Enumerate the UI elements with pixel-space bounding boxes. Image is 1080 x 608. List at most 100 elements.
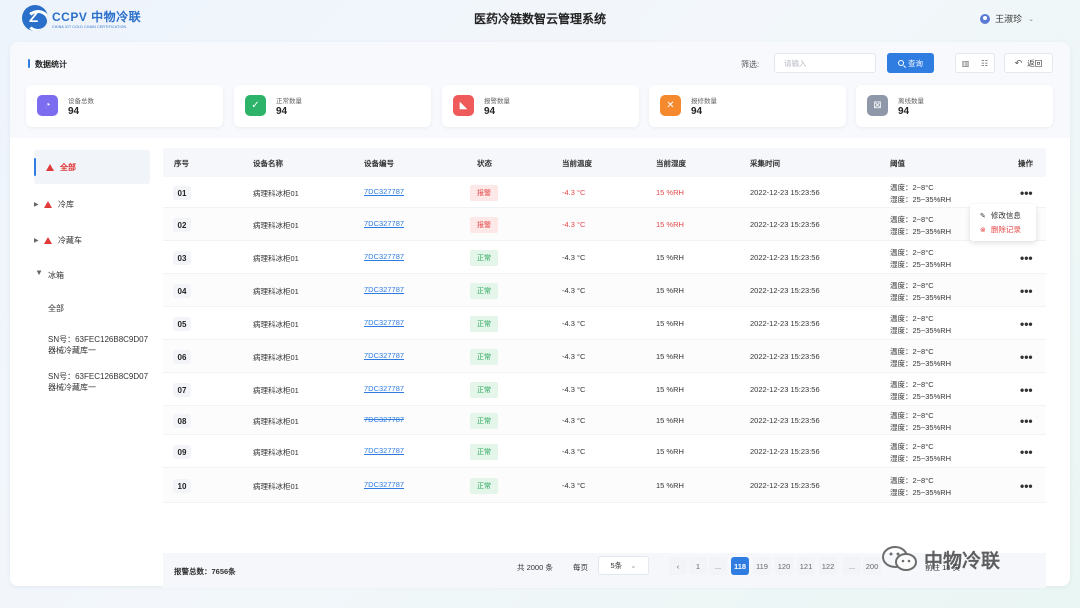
device-code-link[interactable]: 7DC327787 bbox=[364, 480, 404, 489]
collect-time: 2022-12-23 15:23:56 bbox=[750, 220, 820, 229]
app-title: 医药冷链数智云管理系统 bbox=[473, 12, 606, 26]
pagination-ellipsis[interactable]: ... bbox=[709, 557, 727, 575]
sidebar-subitem-device[interactable]: SN号：63FEC126B8C9D07 器械冷藏库一 bbox=[48, 334, 158, 356]
table-header: 序号 设备名称 设备编号 状态 当前温度 当前湿度 采集时间 阈值 操作 bbox=[163, 148, 1046, 177]
sidebar-item-all[interactable]: 全部 bbox=[34, 150, 150, 184]
back-button-label: 返回 bbox=[1027, 58, 1043, 68]
view-toggle[interactable]: ▥ ☷ bbox=[955, 53, 995, 73]
stat-card-total[interactable]: ◔ 设备总数 94 bbox=[26, 85, 223, 127]
offline-x-icon: ⊠ bbox=[867, 95, 888, 116]
col-header-status: 状态 bbox=[477, 159, 492, 168]
current-temp: -4.3 °C bbox=[562, 188, 586, 197]
pagination-ellipsis[interactable]: ... bbox=[843, 557, 861, 575]
table-row[interactable]: 06 病理科冰柜01 7DC327787 正常 -4.3 °C 15 %RH 2022-12… bbox=[163, 340, 1046, 373]
delete-menu-item[interactable]: ⊗ 删除记录 bbox=[980, 224, 1021, 235]
table-row[interactable]: 05 病理科冰柜01 7DC327787 正常 -4.3 °C 15 %RH 2022-12… bbox=[163, 307, 1046, 340]
user-menu[interactable]: 王淑珍 ⌄ bbox=[980, 12, 1034, 25]
col-header-code: 设备编号 bbox=[364, 159, 394, 168]
device-code-link[interactable]: 7DC327787 bbox=[364, 285, 404, 294]
status-badge: 正常 bbox=[470, 283, 498, 299]
caret-right-icon[interactable]: ▶ bbox=[34, 237, 44, 244]
more-actions-icon[interactable]: ••• bbox=[1020, 252, 1033, 264]
table-row[interactable]: 03 病理科冰柜01 7DC327787 正常 -4.3 °C 15 %RH 2022-12… bbox=[163, 241, 1046, 274]
collect-time: 2022-12-23 15:23:56 bbox=[750, 352, 820, 361]
current-temp: -4.3 °C bbox=[562, 352, 586, 361]
status-badge: 报警 bbox=[470, 185, 498, 201]
stat-card-repair[interactable]: ✕ 报修数量 94 bbox=[649, 85, 846, 127]
threshold-temp: 温度：2~8°C bbox=[890, 380, 934, 389]
stat-card-normal[interactable]: ✓ 正常数量 94 bbox=[234, 85, 431, 127]
grid-view-icon[interactable]: ▥ bbox=[962, 59, 970, 68]
prev-page-button[interactable]: ‹ bbox=[669, 557, 687, 575]
table-row[interactable]: 07 病理科冰柜01 7DC327787 正常 -4.3 °C 15 %RH 2022-12… bbox=[163, 373, 1046, 406]
col-header-threshold: 阈值 bbox=[890, 159, 905, 168]
device-code-link[interactable]: 7DC327787 bbox=[364, 384, 404, 393]
user-name: 王淑珍 bbox=[995, 14, 1023, 24]
stat-card-alarm[interactable]: ◣ 报警数量 94 bbox=[442, 85, 639, 127]
stat-label: 报警数量 bbox=[484, 98, 510, 105]
row-number: 09 bbox=[173, 445, 191, 459]
more-actions-icon[interactable]: ••• bbox=[1020, 480, 1033, 492]
device-code-link[interactable]: 7DC327787 bbox=[364, 415, 404, 424]
page-button[interactable]: 1 bbox=[689, 557, 707, 575]
query-button-label: 查询 bbox=[908, 58, 923, 68]
threshold-humidity: 湿度：25~35%RH bbox=[890, 392, 952, 401]
page-button[interactable]: 200 bbox=[863, 557, 881, 575]
device-code-link[interactable]: 7DC327787 bbox=[364, 252, 404, 261]
more-actions-icon[interactable]: ••• bbox=[1020, 318, 1033, 330]
stat-card-offline[interactable]: ⊠ 离线数量 94 bbox=[856, 85, 1053, 127]
page-button[interactable]: 120 bbox=[775, 557, 793, 575]
page-size-select[interactable]: 5条 ⌄ bbox=[598, 556, 649, 575]
page-button[interactable]: 118 bbox=[731, 557, 749, 575]
threshold-temp: 温度：2~8°C bbox=[890, 476, 934, 485]
threshold-temp: 温度：2~8°C bbox=[890, 314, 934, 323]
page-button[interactable]: 121 bbox=[797, 557, 815, 575]
threshold-temp: 温度：2~8°C bbox=[890, 215, 934, 224]
caret-right-icon[interactable]: ▶ bbox=[34, 201, 44, 208]
collect-time: 2022-12-23 15:23:56 bbox=[750, 385, 820, 394]
status-badge: 正常 bbox=[470, 349, 498, 365]
query-button[interactable]: 查询 bbox=[887, 53, 934, 73]
sidebar-item-fridge[interactable]: ▶ 冰箱 bbox=[34, 258, 150, 292]
row-number: 10 bbox=[173, 479, 191, 493]
threshold-humidity: 湿度：25~35%RH bbox=[890, 293, 952, 302]
more-actions-icon[interactable]: ••• bbox=[1020, 415, 1033, 427]
sidebar-item-cold-storage[interactable]: ▶ 冷库 bbox=[34, 187, 150, 221]
table-row[interactable]: 09 病理科冰柜01 7DC327787 正常 -4.3 °C 15 %RH 2022-12… bbox=[163, 435, 1046, 468]
table-row[interactable]: 04 病理科冰柜01 7DC327787 正常 -4.3 °C 15 %RH 2022-12… bbox=[163, 274, 1046, 307]
table-row[interactable]: 02 病理科冰柜01 7DC327787 报警 -4.3 °C 15 %RH 2022-12… bbox=[163, 208, 1046, 241]
top-bar: CCPV 中物冷联 CHINA IOT COLD CHAIN CERTIFICA… bbox=[0, 0, 1080, 36]
sidebar-subitem-all[interactable]: 全部 bbox=[48, 303, 158, 314]
back-button[interactable]: ↶ 返回 bbox=[1004, 53, 1053, 73]
page-button[interactable]: 119 bbox=[753, 557, 771, 575]
sidebar-item-refrigerated-truck[interactable]: ▶ 冷藏车 bbox=[34, 223, 150, 257]
device-code-link[interactable]: 7DC327787 bbox=[364, 187, 404, 196]
wechat-icon bbox=[882, 546, 917, 571]
more-actions-icon[interactable]: ••• bbox=[1020, 446, 1033, 458]
table-row[interactable]: 08 病理科冰柜01 7DC327787 正常 -4.3 °C 15 %RH 2022-12… bbox=[163, 406, 1046, 435]
sidebar-subitem-device[interactable]: SN号：63FEC126B8C9D07 器械冷藏库一 bbox=[48, 371, 158, 393]
caret-down-icon[interactable]: ▶ bbox=[34, 270, 44, 279]
edit-menu-item[interactable]: ✎ 修改信息 bbox=[980, 210, 1021, 221]
page-button[interactable]: 122 bbox=[819, 557, 837, 575]
filter-input[interactable] bbox=[774, 53, 876, 73]
device-code-link[interactable]: 7DC327787 bbox=[364, 219, 404, 228]
more-actions-icon[interactable]: ••• bbox=[1020, 285, 1033, 297]
more-actions-icon[interactable]: ••• bbox=[1020, 351, 1033, 363]
table-row[interactable]: 01 病理科冰柜01 7DC327787 报警 -4.3 °C 15 %RH 2022-12… bbox=[163, 178, 1046, 208]
table-row[interactable]: 10 病理科冰柜01 7DC327787 正常 -4.3 °C 15 %RH 2022-12… bbox=[163, 468, 1046, 503]
status-badge: 正常 bbox=[470, 316, 498, 332]
device-code-link[interactable]: 7DC327787 bbox=[364, 446, 404, 455]
collect-time: 2022-12-23 15:23:56 bbox=[750, 188, 820, 197]
back-arrow-icon: ↶ bbox=[1014, 57, 1023, 68]
device-code-link[interactable]: 7DC327787 bbox=[364, 351, 404, 360]
device-code-link[interactable]: 7DC327787 bbox=[364, 318, 404, 327]
delete-circle-icon: ⊗ bbox=[980, 226, 986, 234]
current-humidity: 15 %RH bbox=[656, 188, 684, 197]
more-actions-icon[interactable]: ••• bbox=[1020, 384, 1033, 396]
current-humidity: 15 %RH bbox=[656, 481, 684, 490]
list-filter-icon[interactable]: ☷ bbox=[981, 59, 988, 68]
col-header-temp: 当前温度 bbox=[562, 159, 592, 168]
more-actions-icon[interactable]: ••• bbox=[1020, 187, 1033, 199]
threshold: 温度：2~8°C 湿度：25~35%RH bbox=[890, 410, 951, 434]
